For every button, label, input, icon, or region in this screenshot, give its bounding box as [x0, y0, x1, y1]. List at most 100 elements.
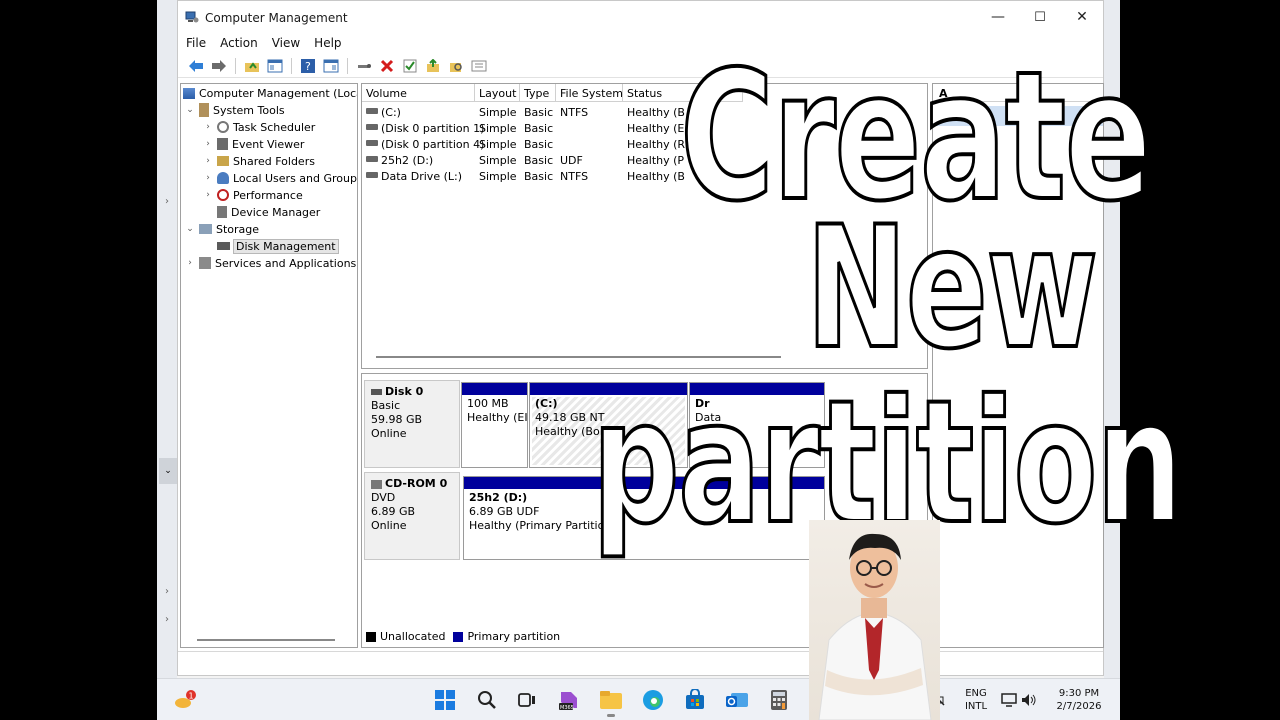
legend-primary: Primary partition — [467, 630, 561, 643]
task-view-button[interactable] — [513, 687, 541, 713]
menu-file[interactable]: File — [186, 33, 214, 53]
properties-pane-button[interactable] — [321, 56, 341, 76]
column-header-type[interactable]: Type — [520, 84, 556, 102]
title-bar[interactable]: Computer Management — ☐ ✕ — [178, 1, 1103, 33]
menu-action[interactable]: Action — [220, 33, 266, 53]
clock-date: 2/7/2026 — [1056, 701, 1102, 712]
volume-tray-button[interactable] — [1019, 687, 1039, 713]
clock[interactable]: 9:30 PM 2/7/2026 — [1051, 687, 1107, 713]
disk0-type: Basic — [371, 399, 401, 412]
disk0-partition-efi[interactable]: 100 MB Healthy (EI — [461, 382, 528, 468]
tree-device-manager[interactable]: Device Manager — [217, 204, 320, 220]
volume-status: Healthy (E — [627, 122, 685, 135]
performance-icon — [217, 189, 229, 201]
input-language[interactable]: ENG INTL — [961, 687, 991, 713]
primary-partition-swatch — [453, 631, 464, 642]
minimize-button[interactable]: — — [975, 1, 1021, 33]
cdrom0-type: DVD — [371, 491, 396, 504]
connect-button[interactable] — [354, 56, 374, 76]
outlook-app[interactable] — [723, 687, 751, 713]
m365-copilot-icon: M365 — [559, 692, 577, 711]
tree-disk-management[interactable]: Disk Management — [217, 238, 339, 254]
toolbar-separator — [235, 57, 236, 74]
column-header-file-system[interactable]: File System — [556, 84, 623, 102]
file-explorer-app[interactable] — [597, 687, 625, 717]
forward-button[interactable] — [209, 56, 229, 76]
tree-event-viewer[interactable]: › Event Viewer — [203, 136, 304, 152]
chevron-right-icon[interactable]: › — [203, 156, 213, 166]
check-button[interactable] — [400, 56, 420, 76]
delete-button[interactable] — [377, 56, 397, 76]
keyboard-layout: INTL — [964, 701, 988, 712]
up-folder-button[interactable] — [242, 56, 262, 76]
computer-management-icon — [185, 11, 199, 23]
help-button[interactable]: ? — [298, 56, 318, 76]
windows-logo-icon — [435, 690, 455, 710]
tree-label: Shared Folders — [233, 154, 315, 168]
volume-layout: Simple — [479, 138, 517, 151]
tree-label: System Tools — [213, 103, 285, 117]
disk0-state: Online — [371, 427, 407, 440]
calculator-app[interactable] — [765, 687, 793, 713]
start-button[interactable] — [431, 687, 459, 713]
disk0-label[interactable]: Disk 0 Basic 59.98 GB Online — [364, 380, 460, 468]
taskbar: 1 M365 ENG INTL 9:30 PM 2/7/2026 — [157, 678, 1120, 720]
tree-services[interactable]: › Services and Applications — [185, 255, 356, 271]
search-button[interactable] — [473, 687, 501, 713]
chevron-down-icon[interactable]: ⌄ — [185, 224, 195, 234]
tree-shared-folders[interactable]: › Shared Folders — [203, 153, 315, 169]
chevron-down-icon[interactable]: ⌄ — [159, 458, 177, 484]
tree-performance[interactable]: › Performance — [203, 187, 303, 203]
column-header-layout[interactable]: Layout — [475, 84, 520, 102]
volume-horizontal-scrollbar[interactable] — [376, 356, 781, 358]
tree-label: Device Manager — [231, 205, 321, 219]
search-folder-button[interactable] — [446, 56, 466, 76]
view-list-button[interactable] — [469, 56, 489, 76]
chevron-right-icon[interactable]: › — [203, 190, 213, 200]
cdrom-icon — [371, 479, 382, 489]
tree-root[interactable]: Computer Management (Local — [183, 85, 357, 101]
chevron-down-icon[interactable]: ⌄ — [185, 105, 195, 115]
disk-drive-icon — [371, 389, 382, 395]
import-button[interactable] — [423, 56, 443, 76]
m365-app[interactable]: M365 — [555, 687, 583, 713]
show-hide-tree-button[interactable] — [265, 56, 285, 76]
maximize-button[interactable]: ☐ — [1017, 1, 1063, 33]
presenter-figure — [818, 533, 932, 720]
folder-arrow-icon — [427, 58, 439, 72]
chevron-right-icon[interactable]: › — [185, 258, 195, 268]
overlay-title-new: New — [805, 190, 1100, 386]
back-button[interactable] — [186, 56, 206, 76]
store-app[interactable] — [681, 687, 709, 713]
volume-file-system: UDF — [560, 154, 583, 167]
action-pane-icon — [323, 59, 339, 72]
cdrom0-label[interactable]: CD-ROM 0 DVD 6.89 GB Online — [364, 472, 460, 560]
menu-help[interactable]: Help — [314, 33, 349, 53]
column-header-volume[interactable]: Volume — [362, 84, 475, 102]
chevron-right-icon[interactable]: › — [203, 122, 213, 132]
tree-local-users[interactable]: › Local Users and Groups — [203, 170, 357, 186]
weather-widget[interactable]: 1 — [171, 687, 199, 713]
close-button[interactable]: ✕ — [1059, 1, 1105, 33]
edge-browser-app[interactable] — [639, 687, 667, 713]
chevron-right-icon[interactable]: › — [203, 173, 213, 183]
tree-system-tools[interactable]: ⌄ System Tools — [185, 102, 285, 118]
tools-icon — [199, 103, 209, 117]
tree-task-scheduler[interactable]: › Task Scheduler — [203, 119, 315, 135]
mail-icon — [726, 693, 748, 707]
device-manager-icon — [217, 206, 227, 218]
display-tray-button[interactable] — [999, 687, 1019, 713]
partition-status: Healthy (EI — [467, 411, 528, 424]
menu-view[interactable]: View — [272, 33, 308, 53]
folder-up-icon — [245, 61, 259, 72]
clock-icon — [217, 121, 229, 133]
arrow-right-icon — [212, 59, 226, 72]
store-bag-icon — [686, 689, 704, 709]
chevron-right-icon: › — [165, 614, 169, 625]
tree-horizontal-scrollbar[interactable] — [197, 639, 335, 641]
delete-x-icon — [380, 59, 394, 72]
tree-storage[interactable]: ⌄ Storage — [185, 221, 259, 237]
volume-drive-icon — [366, 140, 378, 146]
chevron-right-icon[interactable]: › — [203, 139, 213, 149]
checklist-icon — [403, 59, 417, 72]
